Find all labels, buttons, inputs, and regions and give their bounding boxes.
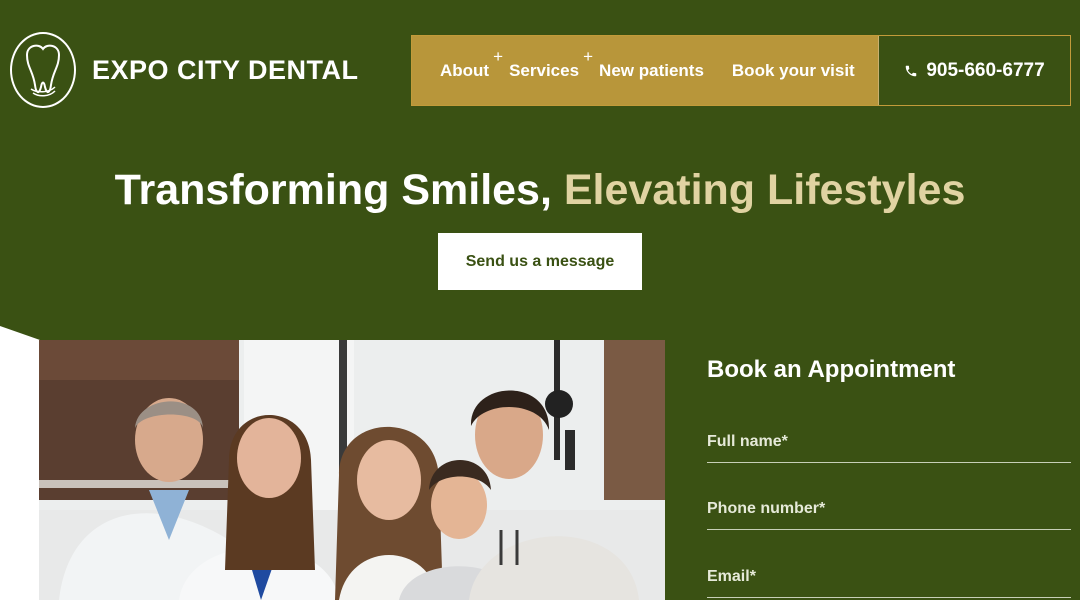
nav-item-about[interactable]: About + (440, 47, 503, 81)
nav-item-services[interactable]: Services + (509, 47, 593, 81)
email-label: Email* (707, 568, 756, 585)
phone-link[interactable]: 905-660-6777 (878, 36, 1070, 105)
nav-item-book-your-visit[interactable]: Book your visit (732, 61, 855, 81)
phone-number-label: Phone number* (707, 500, 826, 517)
decorative-wedge (0, 326, 40, 600)
full-name-label: Full name* (707, 433, 788, 450)
email-field[interactable]: Email* (707, 568, 1071, 598)
plus-icon: + (583, 46, 594, 66)
tooth-icon (10, 32, 76, 108)
full-name-field[interactable]: Full name* (707, 433, 1071, 463)
phone-icon (906, 65, 917, 76)
brand-logo-link[interactable]: EXPO CITY DENTAL (10, 32, 359, 108)
plus-icon: + (493, 46, 504, 66)
phone-number: 905-660-6777 (926, 59, 1045, 81)
brand-name: EXPO CITY DENTAL (92, 54, 359, 85)
nav-item-services-label: Services (509, 60, 580, 80)
nav-item-new-patients[interactable]: New patients (599, 61, 704, 81)
hero-title-main: Transforming Smiles, (114, 166, 552, 214)
main-navigation: About + Services + New patients Book you… (411, 35, 1071, 106)
phone-number-field[interactable]: Phone number* (707, 500, 1071, 530)
form-title: Book an Appointment (707, 356, 956, 383)
send-message-button[interactable]: Send us a message (438, 233, 642, 290)
hero-title: Transforming Smiles, Elevating Lifestyle… (0, 166, 1080, 215)
nav-menu: About + Services + New patients Book you… (412, 36, 878, 105)
nav-item-about-label: About (440, 60, 490, 80)
team-photo (39, 340, 665, 600)
hero-title-accent: Elevating Lifestyles (563, 166, 966, 214)
